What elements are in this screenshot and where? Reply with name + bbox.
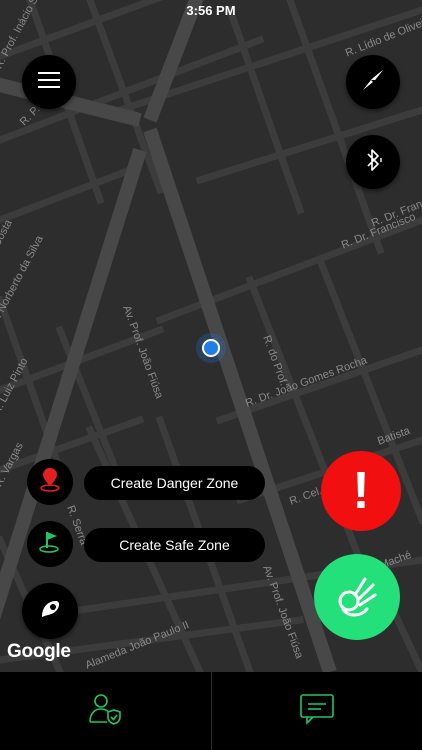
- create-danger-zone-label[interactable]: Create Danger Zone: [84, 466, 265, 500]
- google-attribution: Google: [7, 641, 71, 662]
- chat-icon: [299, 693, 335, 730]
- menu-button[interactable]: [22, 55, 76, 109]
- compass-button[interactable]: [346, 55, 400, 109]
- current-location-dot: [202, 339, 220, 357]
- brand-button[interactable]: [22, 583, 78, 639]
- create-safe-zone-button[interactable]: [27, 521, 73, 567]
- compass-icon: [359, 66, 387, 99]
- bluetooth-icon: [360, 146, 386, 179]
- status-time: 3:56 PM: [186, 3, 236, 18]
- bluetooth-button[interactable]: [346, 135, 400, 189]
- bottom-tab-bar: [0, 672, 422, 750]
- create-danger-zone-button[interactable]: [27, 459, 73, 505]
- alert-exclamation: !: [352, 462, 370, 520]
- safe-flag-icon: [37, 528, 63, 561]
- ok-button[interactable]: [314, 554, 400, 640]
- tab-messages[interactable]: [212, 672, 422, 750]
- hamburger-menu-icon: [38, 71, 60, 93]
- user-shield-icon: [87, 692, 123, 731]
- brand-logo-icon: [36, 595, 64, 628]
- alert-button[interactable]: !: [321, 451, 401, 531]
- create-safe-zone-label[interactable]: Create Safe Zone: [84, 528, 265, 562]
- tab-contacts[interactable]: [0, 672, 211, 750]
- danger-pin-icon: [37, 466, 63, 499]
- ok-hand-icon: [331, 569, 383, 626]
